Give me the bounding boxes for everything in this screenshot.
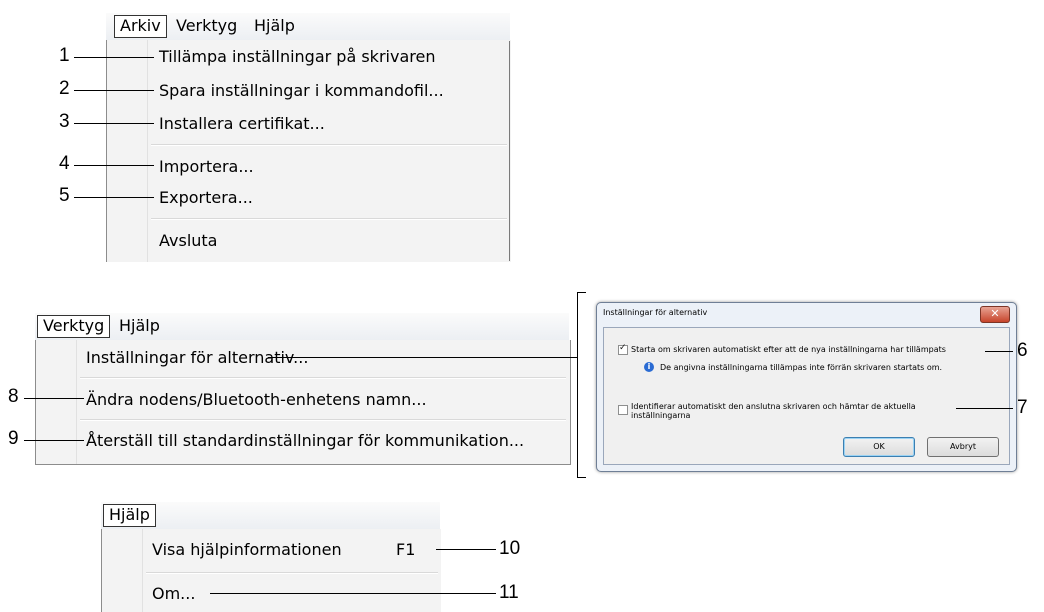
bracket-bottom [577, 477, 586, 478]
dialog-body: ✓ Starta om skrivaren automatiskt efter … [603, 327, 1010, 465]
callout-6: 6 [1017, 340, 1028, 361]
callout-11: 11 [499, 582, 519, 603]
dialog-title: Inställningar för alternativ [603, 308, 708, 317]
arkiv-menubar: Arkiv Verktyg Hjälp [106, 13, 510, 41]
restart-checkbox[interactable]: ✓ [618, 343, 628, 355]
callout-4: 4 [59, 153, 70, 174]
callout-9: 9 [8, 428, 19, 449]
menu-hjalp[interactable]: Hjälp [115, 316, 164, 336]
ok-button[interactable]: OK [843, 437, 915, 457]
callout-10: 10 [499, 538, 521, 559]
bracket-line [577, 292, 578, 478]
hjalp-menubar: Hjälp [101, 502, 440, 530]
arkiv-dropdown: Tillämpa inställningar på skrivaren Spar… [106, 40, 511, 262]
check-icon: ✓ [619, 343, 627, 353]
options-dialog: Inställningar för alternativ ✕ ✓ Starta … [596, 302, 1017, 472]
callout-1: 1 [59, 45, 70, 66]
menu-item-install-certificate[interactable]: Installera certifikat... [159, 114, 325, 133]
callout-line-5 [74, 197, 154, 198]
menu-gutter [147, 40, 148, 262]
menu-arkiv[interactable]: Arkiv [114, 15, 167, 38]
menu-verktyg[interactable]: Verktyg [172, 16, 241, 36]
callout-line-10 [436, 549, 496, 550]
hjalp-dropdown: Visa hjälpinformationen F1 Om... [101, 529, 441, 612]
menu-item-exit[interactable]: Avsluta [159, 231, 217, 250]
menu-item-export[interactable]: Exportera... [159, 188, 253, 207]
menu-item-view-help[interactable]: Visa hjälpinformationen [152, 540, 342, 559]
menu-item-save-command-file[interactable]: Spara inställningar i kommandofil... [159, 81, 444, 100]
close-icon[interactable]: ✕ [980, 306, 1010, 323]
callout-line-11 [210, 593, 496, 594]
callout-line-3 [74, 123, 154, 124]
callout-8: 8 [8, 386, 19, 407]
menu-gutter [142, 529, 143, 612]
callout-line-9 [24, 440, 84, 441]
restart-option-label: Starta om skrivaren automatiskt efter at… [631, 345, 946, 354]
callout-line-8 [24, 398, 84, 399]
callout-7: 7 [1017, 397, 1028, 418]
info-icon: i [644, 362, 654, 372]
menu-hjalp[interactable]: Hjälp [103, 504, 156, 527]
menu-hjalp[interactable]: Hjälp [250, 16, 299, 36]
menu-gutter [76, 340, 77, 464]
menu-item-shortcut: F1 [396, 540, 416, 559]
info-text: De angivna inställningarna tillämpas int… [660, 363, 943, 372]
menu-item-import[interactable]: Importera... [159, 157, 254, 176]
callout-line-2 [74, 90, 154, 91]
verktyg-dropdown: Inställningar för alternativ... Ändra no… [35, 340, 571, 465]
cancel-button[interactable]: Avbryt [927, 437, 999, 457]
callout-line-4 [74, 165, 154, 166]
bracket-top [577, 292, 586, 293]
callout-2: 2 [59, 78, 70, 99]
callout-line-6 [985, 351, 1013, 352]
menu-item-change-node-name[interactable]: Ändra nodens/Bluetooth-enhetens namn... [86, 390, 427, 409]
callout-3: 3 [59, 111, 70, 132]
menu-item-apply-settings[interactable]: Tillämpa inställningar på skrivaren [159, 47, 435, 66]
menu-item-about[interactable]: Om... [152, 584, 195, 603]
leader-line-options [268, 357, 577, 358]
menu-right-edge [509, 41, 510, 261]
verktyg-menubar: Verktyg Hjälp [35, 313, 569, 341]
callout-line-7 [956, 408, 1013, 409]
detect-checkbox[interactable] [618, 405, 628, 415]
callout-line-1 [74, 57, 154, 58]
detect-option-label-2: inställningarna [631, 411, 691, 420]
menu-item-reset-communication[interactable]: Återställ till standardinställningar för… [86, 431, 524, 450]
callout-5: 5 [59, 185, 70, 206]
menu-verktyg[interactable]: Verktyg [37, 315, 111, 338]
